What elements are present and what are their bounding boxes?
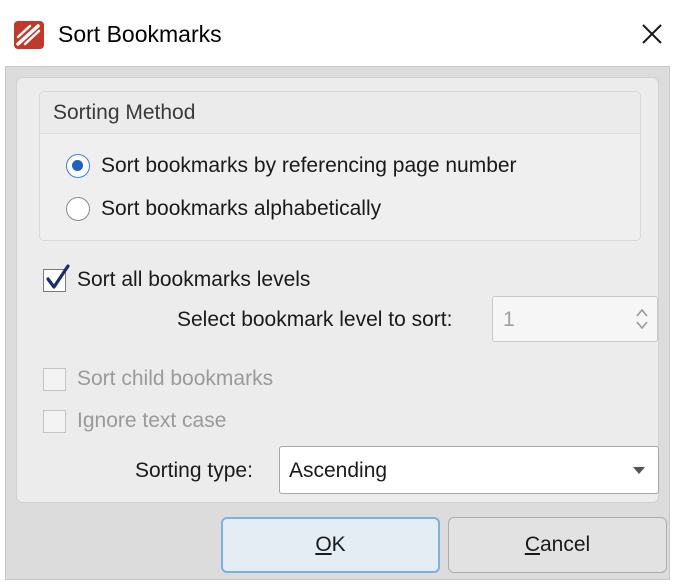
checkbox-sort-all-levels[interactable]: Sort all bookmarks levels (43, 263, 311, 292)
close-button[interactable] (630, 12, 674, 56)
sorting-method-group: Sorting Method Sort bookmarks by referen… (39, 91, 641, 241)
checkbox-sort-child[interactable]: Sort child bookmarks (43, 367, 273, 391)
dialog-body: Sorting Method Sort bookmarks by referen… (5, 66, 670, 580)
checkbox-disabled[interactable] (43, 409, 66, 433)
cancel-mnemonic: C (524, 533, 540, 556)
radio-button-selected[interactable] (66, 154, 90, 178)
cancel-button[interactable]: Cancel (448, 517, 667, 573)
checkbox-ignore-case[interactable]: Ignore text case (43, 409, 226, 433)
dialog-title: Sort Bookmarks (58, 21, 222, 47)
radio-label: Sort bookmarks by referencing page numbe… (101, 154, 517, 177)
sort-bookmarks-dialog: Sort Bookmarks Sorting Method Sort bookm… (0, 0, 677, 585)
level-value: 1 (503, 308, 515, 331)
ok-label-rest: K (331, 533, 346, 556)
checkmark-icon (46, 263, 70, 289)
checkbox-label: Ignore text case (77, 409, 227, 432)
radio-sort-by-page-number[interactable]: Sort bookmarks by referencing page numbe… (66, 154, 517, 178)
sorting-type-value: Ascending (289, 459, 388, 482)
ok-mnemonic: O (315, 533, 332, 556)
radio-sort-alphabetically[interactable]: Sort bookmarks alphabetically (66, 197, 381, 221)
level-spinbox[interactable]: 1 (492, 296, 658, 342)
options-panel: Sorting Method Sort bookmarks by referen… (16, 77, 659, 503)
radio-label: Sort bookmarks alphabetically (101, 197, 382, 220)
radio-button[interactable] (66, 197, 90, 221)
spin-arrows-icon[interactable] (635, 306, 649, 332)
sorting-type-label: Sorting type: (135, 459, 253, 482)
checkbox-checked[interactable] (43, 263, 70, 292)
cancel-label-rest: ancel (539, 533, 591, 556)
chevron-down-icon (633, 467, 645, 474)
sorting-method-title: Sorting Method (53, 101, 196, 124)
sorting-type-dropdown[interactable]: Ascending (279, 446, 659, 494)
close-icon (642, 24, 662, 44)
checkbox-label: Sort all bookmarks levels (77, 268, 311, 291)
app-logo-icon (13, 20, 45, 50)
checkbox-label: Sort child bookmarks (77, 367, 274, 390)
title-bar: Sort Bookmarks (0, 0, 677, 66)
ok-button[interactable]: OK (221, 517, 440, 573)
level-select-label: Select bookmark level to sort: (177, 308, 453, 331)
checkbox-disabled[interactable] (43, 367, 66, 391)
